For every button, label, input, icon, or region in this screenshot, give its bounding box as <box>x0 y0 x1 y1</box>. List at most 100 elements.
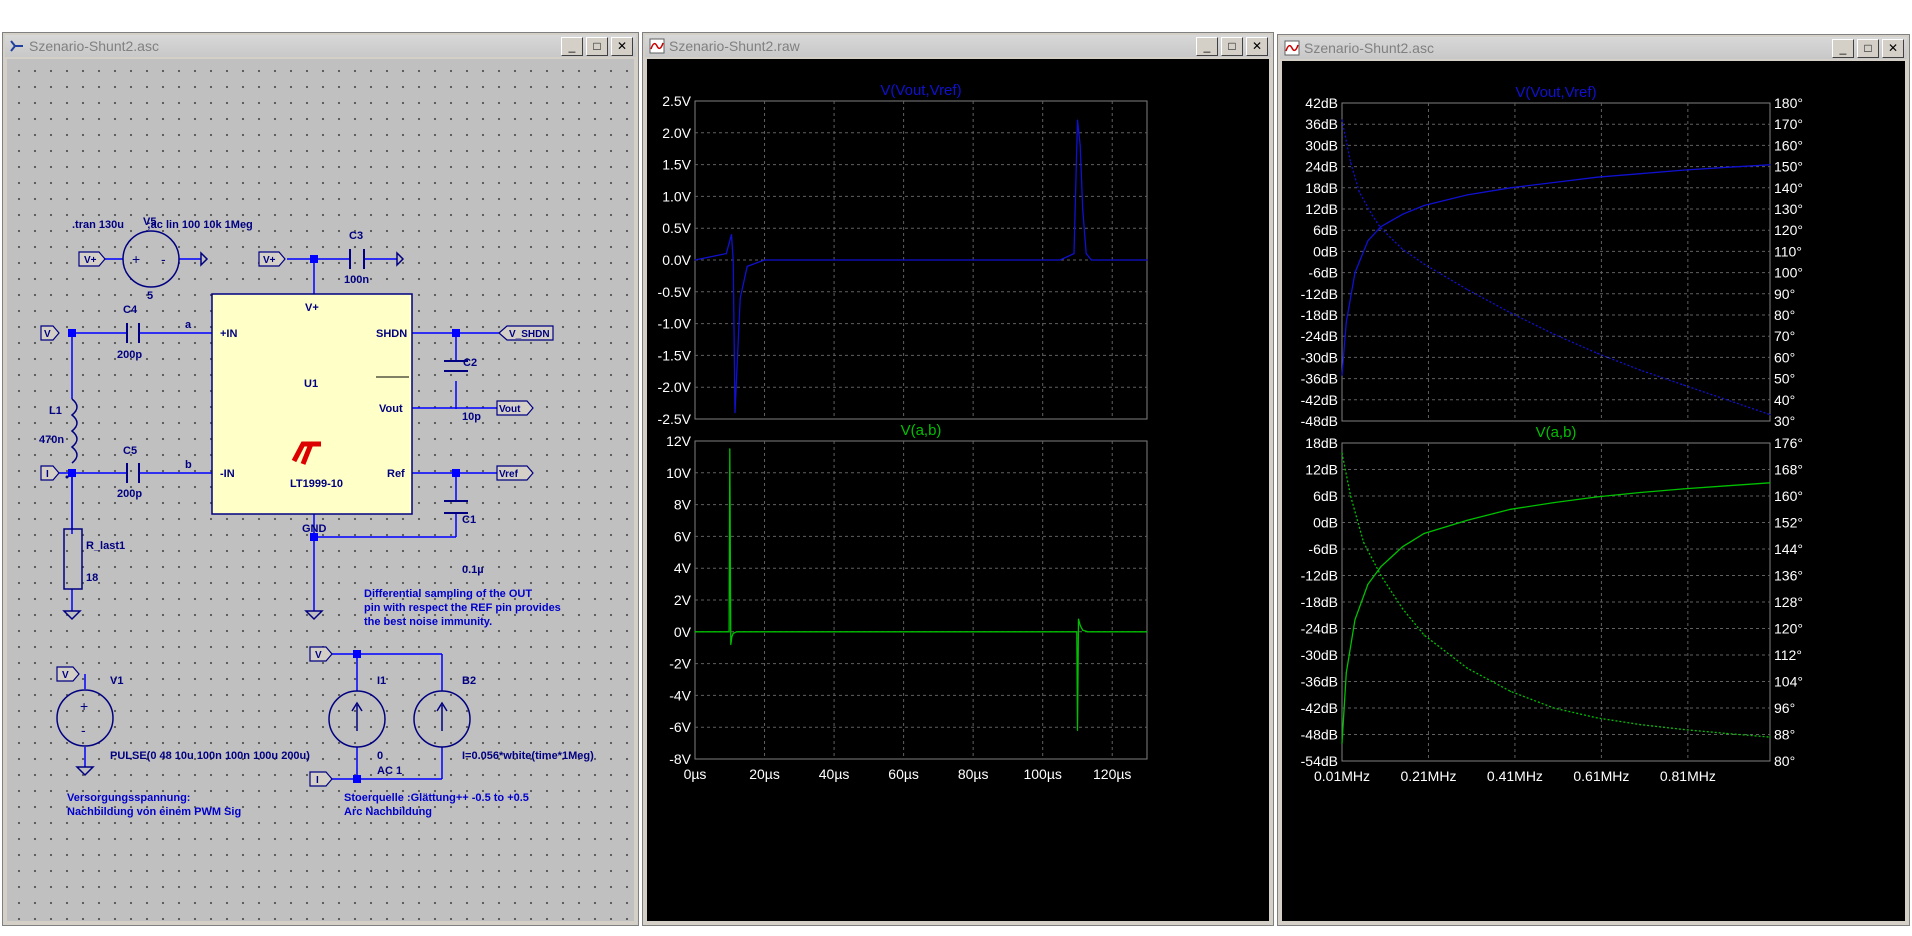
pin-inp-label: +IN <box>220 328 237 340</box>
data-point <box>1726 399 1728 401</box>
data-point <box>1345 321 1347 323</box>
ac-directive[interactable]: ;ac lin 100 10k 1Meg <box>147 219 253 231</box>
data-point <box>868 259 870 261</box>
data-point <box>1682 384 1685 386</box>
close-button[interactable]: ✕ <box>1882 38 1904 58</box>
y-tick-label: -1.5V <box>658 347 692 363</box>
r-last1-name: R_last1 <box>86 540 125 552</box>
c4-value: 200p <box>117 349 142 361</box>
data-point <box>1553 707 1555 709</box>
data-point <box>1401 213 1404 215</box>
comment-noise-line1[interactable]: Stoerquelle :Glättung++ -0.5 to +0.5 <box>344 792 529 804</box>
transient-titlebar[interactable]: Szenario-Shunt2.raw _ □ ✕ <box>645 35 1271 57</box>
data-point <box>1726 485 1728 487</box>
schematic-canvas[interactable]: + - + - .tran 130u ;ac lin 100 10k 1Meg … <box>7 59 634 921</box>
data-point <box>1076 729 1079 732</box>
y-tick-label: -36dB <box>1301 371 1338 387</box>
data-point <box>1380 226 1382 228</box>
schematic-window[interactable]: Szenario-Shunt2.asc _ □ ✕ + - + - .tran … <box>2 32 639 926</box>
data-point <box>1639 491 1641 494</box>
minimize-button[interactable]: _ <box>1196 36 1218 56</box>
data-point <box>1769 414 1771 416</box>
minimize-button[interactable]: _ <box>561 36 583 56</box>
data-point <box>1076 119 1079 121</box>
data-point <box>1466 667 1468 669</box>
comment-note-line2[interactable]: pin with respect the REF pin provides <box>364 602 561 614</box>
y2-tick-label: 150° <box>1774 159 1803 175</box>
flag-i: I <box>46 469 49 480</box>
y-tick-label: 42dB <box>1305 95 1338 111</box>
close-button[interactable]: ✕ <box>1246 36 1268 56</box>
maximize-button[interactable]: □ <box>1857 38 1879 58</box>
flag-vplus-top: V+ <box>263 255 276 266</box>
y2-tick-label: 70° <box>1774 328 1795 344</box>
ac-titlebar[interactable]: Szenario-Shunt2.asc _ □ ✕ <box>1280 37 1907 59</box>
data-point <box>1358 191 1360 193</box>
minimize-button[interactable]: _ <box>1832 38 1854 58</box>
data-point <box>1042 631 1044 633</box>
y-tick-label: -18dB <box>1301 307 1338 323</box>
ac-plot-window[interactable]: Szenario-Shunt2.asc _ □ ✕ 42dB 36dB 30dB 24… <box>1277 34 1910 926</box>
y-tick-label: -0.5V <box>658 284 692 300</box>
x-tick-label: 60µs <box>888 766 919 782</box>
data-point <box>763 631 766 633</box>
maximize-button[interactable]: □ <box>586 36 608 56</box>
pane-title: V(a,b) <box>1536 424 1577 441</box>
data-point <box>1341 374 1343 376</box>
data-point <box>739 297 741 299</box>
x-tick-label: 0.01MHz <box>1314 768 1370 784</box>
data-point <box>1082 208 1084 210</box>
y-tick-label: -8V <box>669 751 691 767</box>
c4-name: C4 <box>123 304 138 316</box>
y-tick-label: -18dB <box>1301 594 1338 610</box>
comment-supply-line1[interactable]: Versorgungsspannung: <box>67 792 190 804</box>
y-tick-label: 0.0V <box>662 252 691 268</box>
close-icon: ✕ <box>616 39 628 53</box>
data-point <box>1596 176 1598 178</box>
y2-tick-label: 112° <box>1774 647 1802 663</box>
series-line <box>1341 164 1771 376</box>
y-tick-label: 0dB <box>1313 515 1338 531</box>
y-tick-label: -42dB <box>1301 392 1338 408</box>
data-point <box>732 259 734 261</box>
y2-tick-label: 144° <box>1774 541 1803 557</box>
comment-note-line1[interactable]: Differential sampling of the OUT <box>364 588 532 600</box>
c3-name: C3 <box>349 230 363 242</box>
maximize-button[interactable]: □ <box>1221 36 1243 56</box>
data-point <box>743 631 745 633</box>
data-point <box>1639 369 1641 371</box>
y2-tick-label: 168° <box>1774 462 1803 478</box>
y2-tick-label: 120° <box>1774 222 1803 238</box>
data-point <box>1111 631 1113 633</box>
y2-tick-label: 50° <box>1774 371 1795 387</box>
ac-plot-area[interactable]: 42dB 36dB 30dB 24dB 18dB 12dB 6dB 0dB -6dB -12dB -… <box>1282 61 1905 921</box>
data-point <box>1363 541 1365 543</box>
data-point <box>763 259 766 261</box>
comment-supply-line2[interactable]: Nachbildung von einem PWM Sig <box>67 806 241 818</box>
y2-tick-label: 140° <box>1774 180 1803 196</box>
y-tick-label: -6V <box>669 719 691 735</box>
y-tick-label: 4V <box>674 560 692 576</box>
schematic-titlebar[interactable]: Szenario-Shunt2.asc _ □ ✕ <box>5 35 636 57</box>
close-button[interactable]: ✕ <box>611 36 633 56</box>
data-point <box>1510 690 1512 693</box>
transient-window-title: Szenario-Shunt2.raw <box>669 38 800 54</box>
data-point <box>798 259 800 261</box>
comment-note-line3[interactable]: the best noise immunity. <box>364 616 492 628</box>
transient-plot-area[interactable]: 2.5V 2.0V 1.5V 1.0V 0.5V 0.0V -0.5V -1.0V -1.5V -… <box>647 59 1269 921</box>
data-point <box>1639 173 1641 175</box>
series-line <box>694 120 1147 413</box>
y2-tick-label: 96° <box>1774 700 1795 716</box>
data-point <box>1146 259 1148 261</box>
series-line <box>695 448 1147 731</box>
transient-plot-window[interactable]: Szenario-Shunt2.raw _ □ ✕ 2.5V 2.0V 1.5V 1.… <box>642 32 1274 926</box>
data-point <box>1596 352 1598 354</box>
y2-tick-label: 128° <box>1774 594 1803 610</box>
tran-directive[interactable]: .tran 130u <box>72 219 124 231</box>
svg-text:-: - <box>161 251 166 267</box>
data-point <box>736 631 738 633</box>
y-tick-label: -6dB <box>1308 265 1338 281</box>
y-tick-label: 0V <box>674 624 692 640</box>
comment-noise-line2[interactable]: Arc Nachbildung <box>344 806 432 818</box>
series-line <box>1341 482 1771 744</box>
